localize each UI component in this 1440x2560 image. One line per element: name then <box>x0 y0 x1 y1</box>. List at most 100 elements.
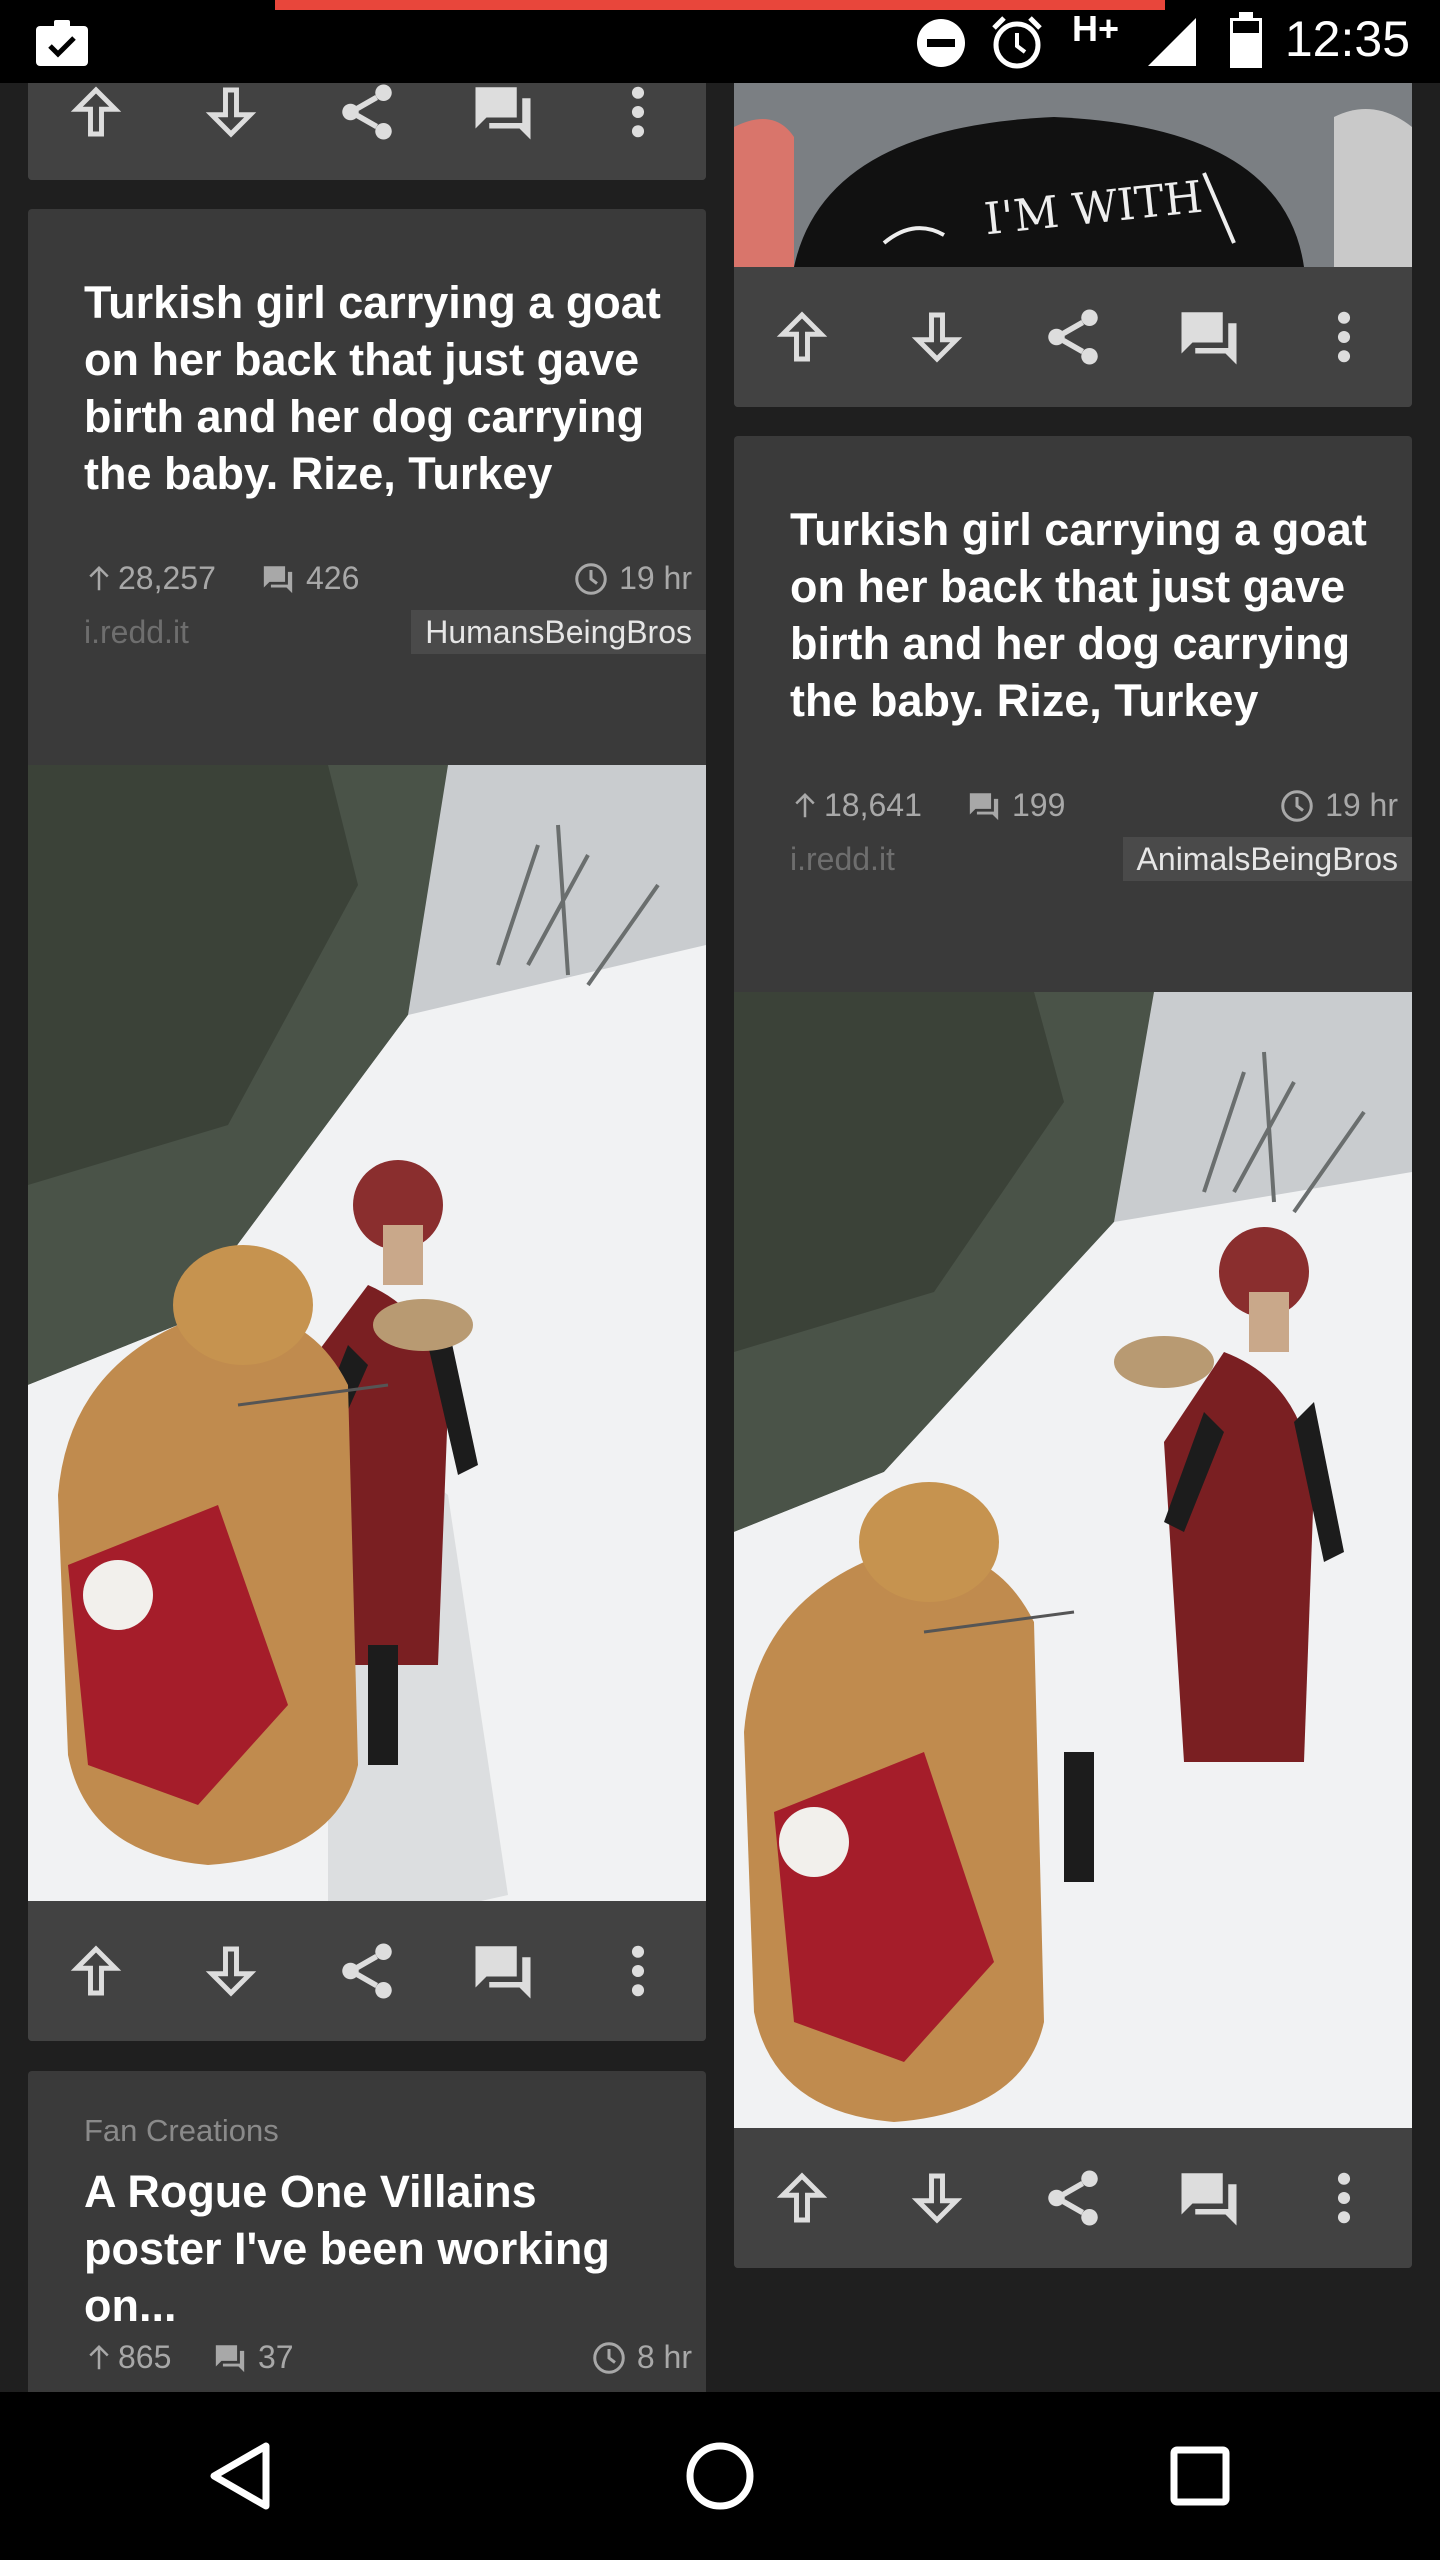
more-icon <box>632 86 645 137</box>
post-meta: 18,641 199 19 hr <box>790 787 1398 831</box>
clipboard-check-icon <box>34 18 90 68</box>
score-value: 865 <box>118 2339 172 2375</box>
comments-small-icon <box>215 2344 245 2372</box>
comments-icon <box>475 86 531 139</box>
more-button[interactable] <box>1304 297 1384 377</box>
action-bar <box>734 2128 1412 2268</box>
subreddit-badge[interactable]: HumansBeingBros <box>411 610 706 654</box>
do-not-disturb-icon <box>916 18 966 68</box>
refresh-progress-bar <box>275 0 1165 10</box>
share-button[interactable] <box>327 1931 407 2011</box>
downvote-button[interactable] <box>191 83 271 152</box>
upvote-small-icon <box>89 565 109 590</box>
upvote-button[interactable] <box>56 83 136 152</box>
upvote-icon <box>70 1945 122 1996</box>
back-icon <box>210 2442 270 2510</box>
status-bar: H+ 12:35 <box>0 0 1440 83</box>
post-image[interactable] <box>28 765 706 1984</box>
clock-icon <box>1281 789 1313 822</box>
previous-post-card[interactable]: I'M WITH <box>734 83 1412 407</box>
post-flair: Fan Creations <box>84 2113 279 2148</box>
post-age: 19 hr <box>573 560 692 597</box>
alarm-icon <box>990 14 1044 70</box>
post-card[interactable]: Fan Creations A Rogue One Villains poste… <box>28 2071 706 2392</box>
post-card[interactable]: Turkish girl carrying a goat on her back… <box>734 436 1412 2268</box>
comments-icon <box>1181 312 1237 365</box>
network-type: H+ <box>1072 8 1120 49</box>
post-domain[interactable]: i.redd.it <box>84 614 189 651</box>
upvote-icon <box>776 311 828 362</box>
downvote-button[interactable] <box>191 1931 271 2011</box>
back-button[interactable] <box>190 2426 290 2526</box>
comments-button[interactable] <box>463 1931 543 2011</box>
post-score: 28,257 <box>84 560 216 597</box>
age-value: 19 hr <box>619 560 692 596</box>
score-value: 28,257 <box>118 560 216 596</box>
upvote-icon <box>776 2172 828 2223</box>
share-icon <box>342 84 392 139</box>
post-title[interactable]: Turkish girl carrying a goat on her back… <box>84 274 676 502</box>
downvote-button[interactable] <box>897 2158 977 2238</box>
subreddit-badge[interactable]: AnimalsBeingBros <box>1122 837 1412 881</box>
upvote-button[interactable] <box>762 2158 842 2238</box>
post-title[interactable]: Turkish girl carrying a goat on her back… <box>790 501 1382 729</box>
post-comment-count: 37 <box>212 2339 294 2376</box>
action-bar <box>28 83 706 180</box>
share-icon <box>1048 309 1098 365</box>
comments-button[interactable] <box>1169 2158 1249 2238</box>
comments-value: 426 <box>306 560 360 596</box>
more-button[interactable] <box>1304 2158 1384 2238</box>
comments-small-icon <box>969 792 999 820</box>
post-comment-count: 426 <box>260 560 359 597</box>
home-icon <box>686 2442 754 2510</box>
recents-button[interactable] <box>1150 2426 1250 2526</box>
post-image[interactable]: I'M WITH <box>734 83 1412 267</box>
post-comment-count: 199 <box>966 787 1065 824</box>
feed[interactable]: Turkish girl carrying a goat on her back… <box>0 83 1440 2392</box>
more-icon <box>1338 2172 1351 2224</box>
comments-icon <box>475 1946 531 1999</box>
post-title[interactable]: A Rogue One Villains poster I've been wo… <box>84 2163 676 2334</box>
signal-icon <box>1146 16 1198 68</box>
downvote-icon <box>206 87 257 138</box>
score-value: 18,641 <box>824 787 922 823</box>
comments-small-icon <box>263 565 293 593</box>
post-image[interactable] <box>734 992 1412 2211</box>
upvote-small-icon <box>795 792 815 817</box>
post-age: 8 hr <box>591 2339 692 2376</box>
recents-icon <box>1170 2446 1230 2506</box>
share-icon <box>342 1943 392 1999</box>
more-button[interactable] <box>598 1931 678 2011</box>
clock-icon <box>575 562 607 595</box>
upvote-button[interactable] <box>762 297 842 377</box>
downvote-icon <box>912 2173 963 2224</box>
share-button[interactable] <box>327 83 407 152</box>
upvote-small-icon <box>89 2344 109 2369</box>
clock-icon <box>593 2341 625 2374</box>
downvote-button[interactable] <box>897 297 977 377</box>
post-card[interactable]: Turkish girl carrying a goat on her back… <box>28 209 706 2041</box>
comments-icon <box>1181 2173 1237 2226</box>
upvote-button[interactable] <box>56 1931 136 2011</box>
snow-scene-image <box>28 765 706 1984</box>
snow-scene-image <box>734 992 1412 2211</box>
action-bar <box>28 1901 706 2041</box>
share-button[interactable] <box>1033 297 1113 377</box>
comments-button[interactable] <box>463 83 543 152</box>
age-value: 8 hr <box>636 2339 692 2375</box>
age-value: 19 hr <box>1325 787 1398 823</box>
home-button[interactable] <box>670 2426 770 2526</box>
share-button[interactable] <box>1033 2158 1113 2238</box>
system-nav-bar <box>0 2392 1440 2560</box>
post-domain[interactable]: i.redd.it <box>790 841 895 878</box>
illustration-image <box>734 83 1412 267</box>
comments-button[interactable] <box>1169 297 1249 377</box>
upvote-icon <box>70 85 122 136</box>
downvote-icon <box>912 312 963 363</box>
more-button[interactable] <box>598 83 678 152</box>
post-age: 19 hr <box>1279 787 1398 824</box>
post-meta: 865 37 8 hr <box>84 2339 692 2383</box>
comments-value: 37 <box>258 2339 294 2375</box>
status-time: 12:35 <box>1284 11 1410 67</box>
previous-post-card <box>28 83 706 180</box>
